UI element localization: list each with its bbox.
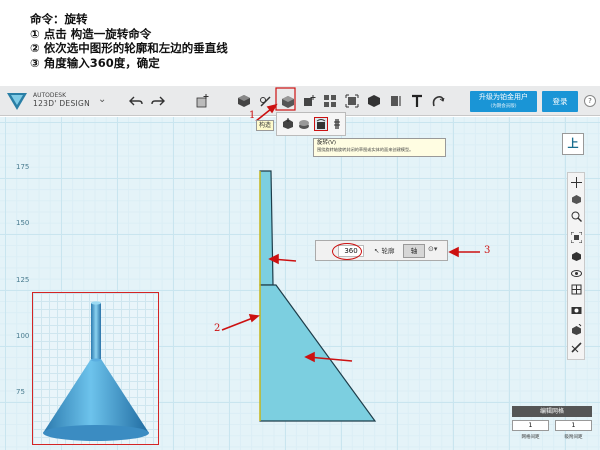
upgrade-button[interactable]: 升级为铂金用户 (为期会员版) [470,91,537,112]
profile-label: 轮廓 [381,247,395,255]
view-toolbar [567,172,585,360]
snap-icon[interactable] [430,93,446,109]
axis-tick-label: 150 [16,219,30,227]
upgrade-label: 升级为铂金用户 [479,93,528,101]
zoom-icon[interactable] [570,210,583,223]
annotation-number: 2 [214,323,221,334]
sketch-icon[interactable] [258,93,274,109]
annotation-number: 1 [249,110,256,121]
construct-icon[interactable] [280,93,296,109]
angle-input-highlight [332,243,362,260]
app-logo-icon[interactable] [6,91,28,111]
axis-tick-label: 175 [16,163,30,171]
construct-tag: 构造 [256,120,274,131]
instruction-step-2: ② 依次选中图形的轮廓和左边的垂直线 [30,41,228,55]
material-icon[interactable] [570,283,583,296]
grid-spacing-caption: 网格间距 [521,435,540,440]
axis-tick-label: 125 [16,276,30,284]
instruction-step-1: ① 点击 构造一旋转命令 [30,26,152,41]
revolve-tooltip: 旋转(V) 围绕旋转轴旋转封闭的草图或实体的面来创建模型。 [313,138,446,157]
operation-dropdown[interactable]: ⊙▾ [428,245,437,253]
axis-selector[interactable]: 轴 [403,244,425,258]
undo-icon[interactable] [128,93,144,109]
instruction-step-3: ③ 角度输入360度，确定 [30,55,160,70]
app-brand: AUTODESK 123D' DESIGN [33,92,90,108]
tooltip-description: 围绕旋转轴旋转封闭的草图或实体的面来创建模型。 [317,147,414,152]
construct-submenu [276,112,346,136]
funnel-cone [43,359,149,433]
cursor-icon: ↖ [374,247,380,255]
funnel-preview-image [43,301,149,441]
axis-tick-label: 75 [16,388,25,396]
instruction-block: 命令：旋转 ① 点击 构造一旋转命令 ② 依次选中图形的轮廓和左边的垂直线 ③ … [30,12,228,70]
snap-spacing-caption: 吸附间距 [564,435,583,440]
loft-icon[interactable] [330,117,344,131]
help-button[interactable]: ? [584,95,596,107]
result-preview [32,292,159,445]
grouping-icon[interactable] [344,93,360,109]
add-box-icon[interactable] [194,93,210,109]
pan-icon[interactable] [570,176,583,189]
funnel-spout-top [91,301,101,305]
orbit-icon[interactable] [570,193,583,206]
edit-material-icon[interactable] [570,341,583,354]
axis-tick-label: 100 [16,332,30,340]
fit-view-icon[interactable] [570,231,583,244]
login-button[interactable]: 登录 [542,91,578,112]
snap-spacing-field[interactable]: 1 [555,420,592,431]
funnel-spout [91,303,101,361]
physical-material-icon[interactable] [570,323,583,336]
perspective-icon[interactable] [570,250,583,263]
edit-grid-title[interactable]: 编辑网格 [512,406,592,417]
edit-grid-panel: 编辑网格 1 1 网格间距 吸附间距 [512,406,592,444]
modify-icon[interactable] [301,93,317,109]
pattern-icon[interactable] [322,93,338,109]
profile-selector[interactable]: ↖ 轮廓 [374,245,394,257]
upgrade-sublabel: (为期会员版) [490,104,517,109]
combine-icon[interactable] [366,93,382,109]
screenshot-icon[interactable] [570,303,583,316]
app-menu-chevron-icon[interactable]: ⌄ [98,94,106,105]
brand-line-2: 123D' DESIGN [33,99,91,108]
view-cube[interactable]: 上 [562,133,584,155]
axis-label: 轴 [410,247,418,255]
screen: 命令：旋转 ① 点击 构造一旋转命令 ② 依次选中图形的轮廓和左边的垂直线 ③ … [0,0,600,450]
measure-icon[interactable] [388,93,404,109]
primitives-icon[interactable] [236,93,252,109]
instruction-title: 命令：旋转 [30,12,88,26]
tooltip-title: 旋转(V) [317,140,337,146]
funnel-neck [91,358,101,362]
revolve-icon[interactable] [314,117,328,131]
visibility-icon[interactable] [570,267,583,280]
grid-spacing-field[interactable]: 1 [512,420,549,431]
funnel-rim [43,425,149,441]
sweep-icon[interactable] [297,117,311,131]
extrude-icon[interactable] [281,117,295,131]
redo-icon[interactable] [150,93,166,109]
annotation-number: 3 [484,245,491,256]
text-icon[interactable] [409,93,425,109]
